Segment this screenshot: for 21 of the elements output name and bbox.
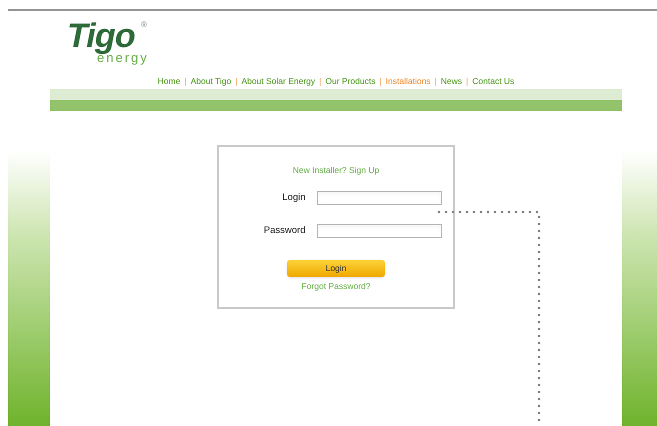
nav-link[interactable]: Our Products [325,74,376,88]
nav-separator: | [379,74,382,88]
signup-link[interactable]: New Installer? Sign Up [292,164,380,177]
nav-separator: | [434,74,437,88]
nav-link[interactable]: About Tigo [190,74,232,88]
nav-link[interactable]: News [440,74,462,88]
forgot-password-link[interactable]: Forgot Password? [302,280,370,293]
nav-separator: | [184,74,187,88]
input-field[interactable] [316,190,442,205]
nav-link[interactable]: Home [158,74,180,88]
input-field[interactable] [316,224,442,238]
logo: Tigo ® energy [67,16,150,67]
field-label: Password [262,224,306,238]
nav-link[interactable]: Contact Us [472,74,514,88]
login-button[interactable]: Login [287,260,385,278]
nav-separator: | [466,74,468,88]
nav-separator: | [319,74,322,88]
nav-link[interactable]: About Solar Energy [241,74,316,88]
nav-link[interactable]: Installations [386,74,431,88]
nav-separator: | [235,74,238,88]
field-label: Login [281,190,306,205]
